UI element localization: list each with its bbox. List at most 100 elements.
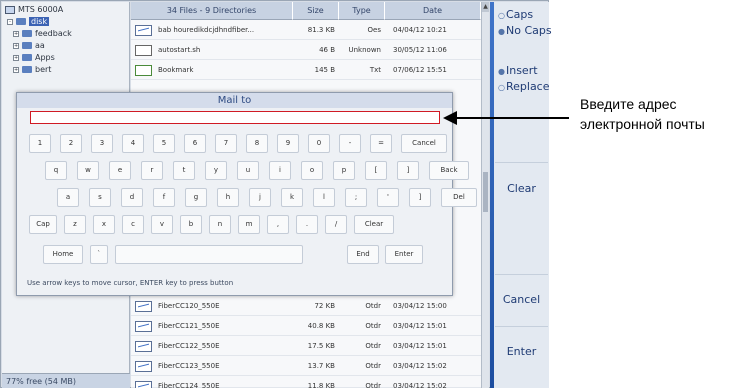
tree-item-aa[interactable]: + aa <box>13 41 45 50</box>
key-sym10[interactable]: ' <box>377 188 399 207</box>
key-3[interactable]: 3 <box>91 134 113 153</box>
key-s[interactable]: s <box>89 188 111 207</box>
expand-icon[interactable]: + <box>13 30 19 37</box>
key-0[interactable]: 0 <box>308 134 330 153</box>
table-row[interactable]: autostart.sh 46 B Unknown 30/05/12 11:06 <box>131 41 481 60</box>
cancel-button[interactable]: Cancel <box>495 274 548 326</box>
clear-button[interactable]: Clear <box>495 162 548 222</box>
key-r[interactable]: r <box>141 161 163 180</box>
file-list-scrollbar[interactable]: ▲ <box>481 2 489 388</box>
key-h[interactable]: h <box>217 188 239 207</box>
tree-item-label: feedback <box>35 29 72 38</box>
expand-icon[interactable]: + <box>13 66 19 73</box>
key-sym10[interactable]: [ <box>365 161 387 180</box>
key-u[interactable]: u <box>237 161 259 180</box>
key-2[interactable]: 2 <box>60 134 82 153</box>
key-sym10[interactable]: / <box>325 215 347 234</box>
key-1[interactable]: 1 <box>29 134 51 153</box>
key-6[interactable]: 6 <box>184 134 206 153</box>
column-header-size[interactable]: Size <box>293 2 339 20</box>
key-a[interactable]: a <box>57 188 79 207</box>
key-8[interactable]: 8 <box>246 134 268 153</box>
enter-button[interactable]: Enter <box>495 326 548 378</box>
key-y[interactable]: y <box>205 161 227 180</box>
tree-item-bert[interactable]: + bert <box>13 65 51 74</box>
key-sym1[interactable]: ` <box>90 245 108 264</box>
key-z[interactable]: z <box>64 215 86 234</box>
column-header-type[interactable]: Type <box>339 2 385 20</box>
key-sym11[interactable]: ] <box>397 161 419 180</box>
fiber-file-icon <box>135 321 152 332</box>
radio-insert[interactable]: ●Insert <box>498 64 538 77</box>
key-sym10[interactable]: - <box>339 134 361 153</box>
key-del[interactable]: Del <box>441 188 477 207</box>
column-header-name[interactable]: 34 Files - 9 Directories <box>131 2 293 20</box>
key-l[interactable]: l <box>313 188 335 207</box>
radio-off-icon: ○ <box>498 83 505 92</box>
key-c[interactable]: c <box>122 215 144 234</box>
radio-caps[interactable]: ○Caps <box>498 8 533 21</box>
key-i[interactable]: i <box>269 161 291 180</box>
key-o[interactable]: o <box>301 161 323 180</box>
radio-replace[interactable]: ○Replace <box>498 80 550 93</box>
table-row[interactable]: bab houredikdcjdhndfiber... 81.3 KB Oes … <box>131 21 481 40</box>
radio-no-caps[interactable]: ●No Caps <box>498 24 552 37</box>
key-space[interactable] <box>115 245 303 264</box>
column-header-date[interactable]: Date <box>385 2 481 20</box>
tree-item-label: bert <box>35 65 52 74</box>
key-m[interactable]: m <box>238 215 260 234</box>
email-input[interactable] <box>30 111 440 124</box>
key-g[interactable]: g <box>185 188 207 207</box>
key-f[interactable]: f <box>153 188 175 207</box>
tree-item-device[interactable]: MTS 6000A <box>5 5 63 14</box>
key-q[interactable]: q <box>45 161 67 180</box>
key-cancel[interactable]: Cancel <box>401 134 447 153</box>
key-4[interactable]: 4 <box>122 134 144 153</box>
collapse-icon[interactable]: - <box>7 18 13 25</box>
tree-item-disk[interactable]: - disk <box>7 17 50 26</box>
tree-item-apps[interactable]: + Apps <box>13 53 55 62</box>
table-row[interactable]: FiberCC124_550E 11.8 KB Otdr 03/04/12 15… <box>131 377 481 388</box>
tree-item-feedback[interactable]: + feedback <box>13 29 72 38</box>
table-row[interactable]: FiberCC122_550E 17.5 KB Otdr 03/04/12 15… <box>131 337 481 356</box>
key-sym11[interactable]: = <box>370 134 392 153</box>
scrollbar-thumb[interactable] <box>483 172 488 212</box>
key-k[interactable]: k <box>281 188 303 207</box>
key-d[interactable]: d <box>121 188 143 207</box>
key-clear[interactable]: Clear <box>354 215 394 234</box>
expand-icon[interactable]: + <box>13 42 19 49</box>
key-n[interactable]: n <box>209 215 231 234</box>
key-cap[interactable]: Cap <box>29 215 57 234</box>
key-b[interactable]: b <box>180 215 202 234</box>
key-j[interactable]: j <box>249 188 271 207</box>
key-sym11[interactable]: ] <box>409 188 431 207</box>
table-row[interactable]: Bookmark 145 B Txt 07/06/12 15:51 <box>131 61 481 80</box>
file-date: 03/04/12 15:00 <box>393 302 447 310</box>
callout-line-1: Введите адрес <box>580 96 677 112</box>
key-x[interactable]: x <box>93 215 115 234</box>
key-w[interactable]: w <box>77 161 99 180</box>
file-name: bab houredikdcjdhndfiber... <box>158 26 255 34</box>
key-end[interactable]: End <box>347 245 379 264</box>
key-home[interactable]: Home <box>43 245 83 264</box>
key-v[interactable]: v <box>151 215 173 234</box>
key-sym9[interactable]: . <box>296 215 318 234</box>
expand-icon[interactable]: + <box>13 54 19 61</box>
key-e[interactable]: e <box>109 161 131 180</box>
table-row[interactable]: FiberCC120_550E 72 KB Otdr 03/04/12 15:0… <box>131 297 481 316</box>
key-t[interactable]: t <box>173 161 195 180</box>
key-sym9[interactable]: ; <box>345 188 367 207</box>
key-p[interactable]: p <box>333 161 355 180</box>
key-sym8[interactable]: , <box>267 215 289 234</box>
key-5[interactable]: 5 <box>153 134 175 153</box>
table-row[interactable]: FiberCC121_550E 40.8 KB Otdr 03/04/12 15… <box>131 317 481 336</box>
key-enter[interactable]: Enter <box>385 245 423 264</box>
fiber-file-icon <box>135 301 152 312</box>
key-back[interactable]: Back <box>429 161 469 180</box>
file-type: Txt <box>369 66 381 74</box>
key-9[interactable]: 9 <box>277 134 299 153</box>
callout-line-2: электронной почты <box>580 116 705 132</box>
scroll-up-icon[interactable]: ▲ <box>482 2 489 12</box>
table-row[interactable]: FiberCC123_550E 13.7 KB Otdr 03/04/12 15… <box>131 357 481 376</box>
key-7[interactable]: 7 <box>215 134 237 153</box>
